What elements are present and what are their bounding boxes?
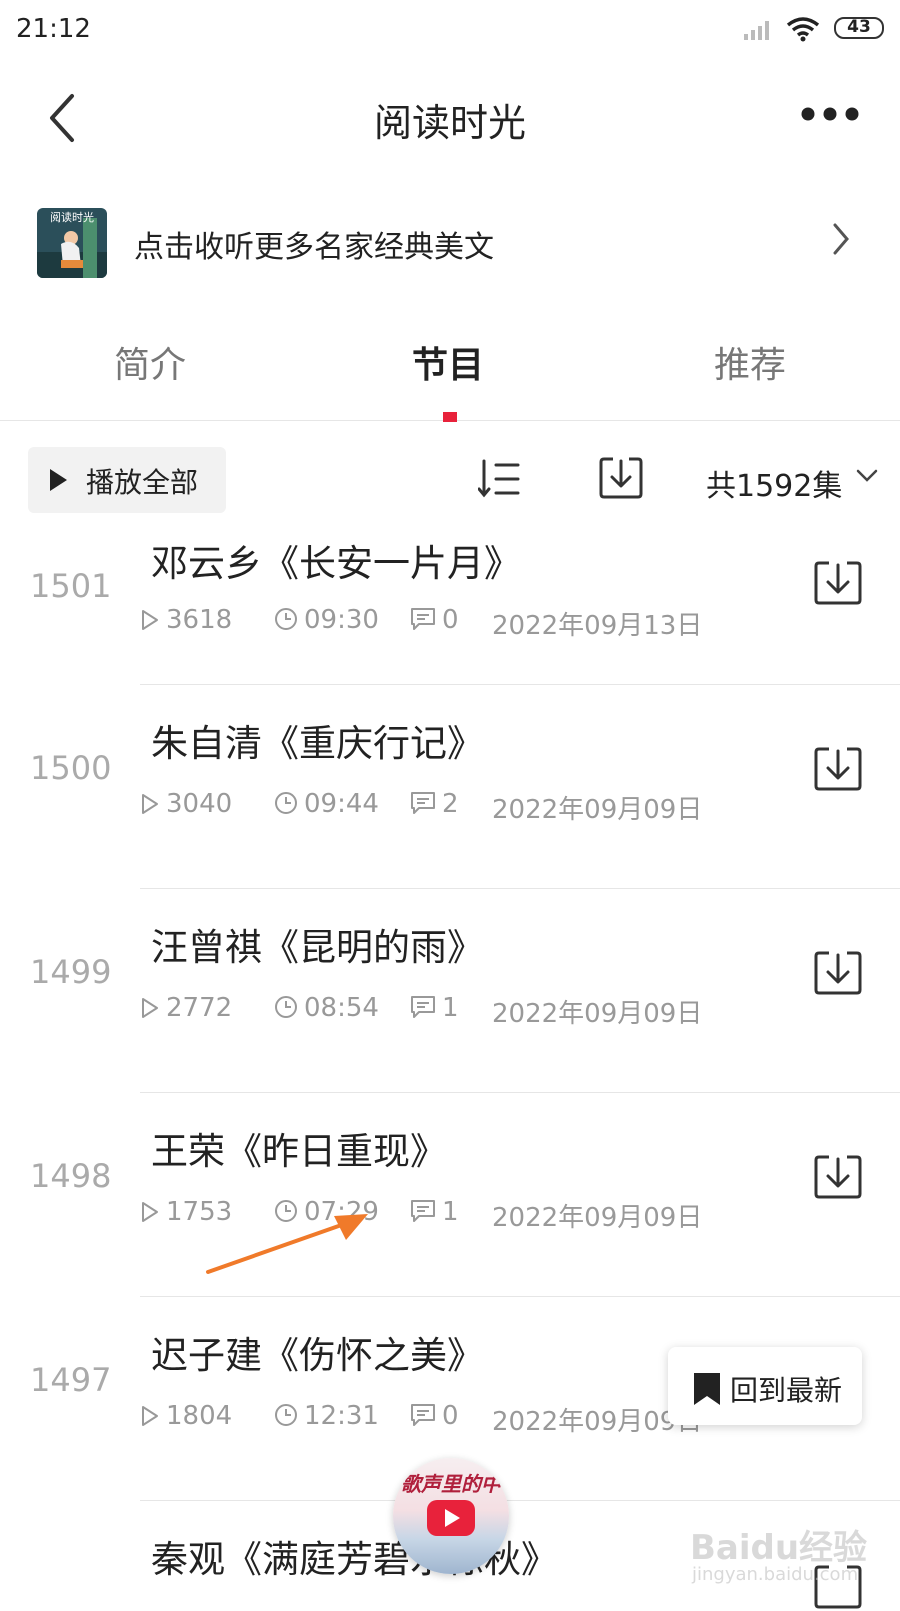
play-count: 2772	[140, 993, 232, 1023]
watermark: Baidu经验 jingyan.baidu.com	[688, 1520, 888, 1590]
watermark-logo: Baidu经验	[690, 1528, 868, 1568]
tab-bar: 简介 节目 推荐	[0, 330, 900, 422]
episode-count[interactable]: 共1592集	[706, 461, 842, 505]
episode-toolbar: 播放全部 共1592集	[0, 447, 900, 513]
back-to-latest-label: 回到最新	[730, 1374, 843, 1407]
comment-count: 1	[410, 993, 459, 1023]
episode-row[interactable]: 1500 朱自清《重庆行记》 3040 09:44 2 2022年09月09日	[0, 685, 900, 889]
episode-row[interactable]: 1501 邓云乡《长安一片月》 3618 09:30 0 2022年09月13日	[0, 513, 900, 685]
back-to-latest-button[interactable]: 回到最新	[668, 1347, 862, 1425]
clock-icon	[275, 996, 297, 1018]
play-count-icon	[142, 794, 158, 814]
comment-icon	[411, 1200, 435, 1222]
duration: 08:54	[274, 993, 379, 1023]
episode-title: 王荣《昨日重现》	[151, 1130, 447, 1173]
tab-intro[interactable]: 简介	[114, 336, 186, 388]
episode-title: 迟子建《伤怀之美》	[151, 1334, 484, 1377]
chevron-right-icon	[833, 223, 849, 255]
publish-date: 2022年09月09日	[492, 795, 703, 825]
comment-icon	[411, 608, 435, 630]
watermark-url: jingyan.baidu.com	[692, 1564, 859, 1585]
cover-title: 阅读时光	[50, 210, 94, 224]
play-count-icon	[142, 998, 158, 1018]
episode-number: 1501	[30, 567, 112, 605]
publish-date: 2022年09月09日	[492, 999, 703, 1029]
batch-download-icon[interactable]	[598, 455, 644, 501]
bookmark-icon	[694, 1373, 720, 1405]
episode-list: 1501 邓云乡《长安一片月》 3618 09:30 0 2022年09月13日…	[0, 513, 900, 1611]
duration: 12:31	[274, 1401, 379, 1431]
comment-count: 0	[410, 605, 459, 635]
play-all-label: 播放全部	[86, 466, 199, 499]
episode-row[interactable]: 1498 王荣《昨日重现》 1753 07:29 1 2022年09月09日	[0, 1093, 900, 1297]
chevron-down-icon[interactable]	[856, 469, 878, 483]
promo-banner[interactable]: 阅读时光 点击收听更多名家经典美文	[0, 200, 900, 280]
episode-title: 汪曾祺《昆明的雨》	[151, 926, 484, 969]
play-icon	[50, 469, 67, 491]
comment-icon	[411, 792, 435, 814]
wifi-icon	[786, 17, 820, 42]
album-cover-image: 阅读时光	[37, 208, 107, 278]
duration: 09:44	[274, 789, 379, 819]
tab-recommend[interactable]: 推荐	[714, 336, 786, 388]
episode-number: 1500	[30, 749, 112, 787]
status-bar: 21:12 43	[0, 0, 900, 60]
play-all-button[interactable]: 播放全部	[28, 447, 226, 513]
status-time: 21:12	[16, 14, 91, 44]
page-title: 阅读时光	[373, 101, 526, 145]
download-icon[interactable]	[813, 949, 863, 997]
publish-date: 2022年09月09日	[492, 1203, 703, 1233]
mini-player[interactable]: 歌声里的中国	[393, 1458, 509, 1574]
annotation-arrow	[206, 1214, 368, 1274]
promo-text: 点击收听更多名家经典美文	[134, 230, 494, 265]
comment-icon	[411, 1404, 435, 1426]
episode-number: 1497	[30, 1361, 112, 1399]
play-count-icon	[142, 1202, 158, 1222]
play-count: 1804	[140, 1401, 232, 1431]
play-icon[interactable]	[427, 1500, 475, 1536]
comment-count: 1	[410, 1197, 459, 1227]
active-tab-indicator	[443, 412, 457, 422]
battery-indicator: 43	[834, 17, 884, 39]
clock-icon	[275, 1404, 297, 1426]
play-count-icon	[142, 610, 158, 630]
episode-title: 邓云乡《长安一片月》	[151, 542, 521, 585]
episode-row[interactable]: 1499 汪曾祺《昆明的雨》 2772 08:54 1 2022年09月09日	[0, 889, 900, 1093]
download-icon[interactable]	[813, 745, 863, 793]
signal-icon	[744, 21, 769, 40]
play-count: 3618	[140, 605, 232, 635]
publish-date: 2022年09月13日	[492, 611, 703, 641]
clock-icon	[275, 608, 297, 630]
play-count: 3040	[140, 789, 232, 819]
episode-number: 1498	[30, 1157, 112, 1195]
comment-icon	[411, 996, 435, 1018]
episode-title: 朱自清《重庆行记》	[151, 722, 484, 765]
episode-number: 1499	[30, 953, 112, 991]
tab-episodes[interactable]: 节目	[412, 336, 484, 388]
comment-count: 2	[410, 789, 459, 819]
sort-icon[interactable]	[478, 457, 522, 501]
duration: 09:30	[274, 605, 379, 635]
app-header: 阅读时光	[0, 70, 900, 165]
download-icon[interactable]	[813, 1153, 863, 1201]
play-count-icon	[142, 1406, 158, 1426]
download-icon[interactable]	[813, 559, 863, 607]
comment-count: 0	[410, 1401, 459, 1431]
clock-icon	[275, 792, 297, 814]
more-options-icon[interactable]	[800, 100, 860, 130]
